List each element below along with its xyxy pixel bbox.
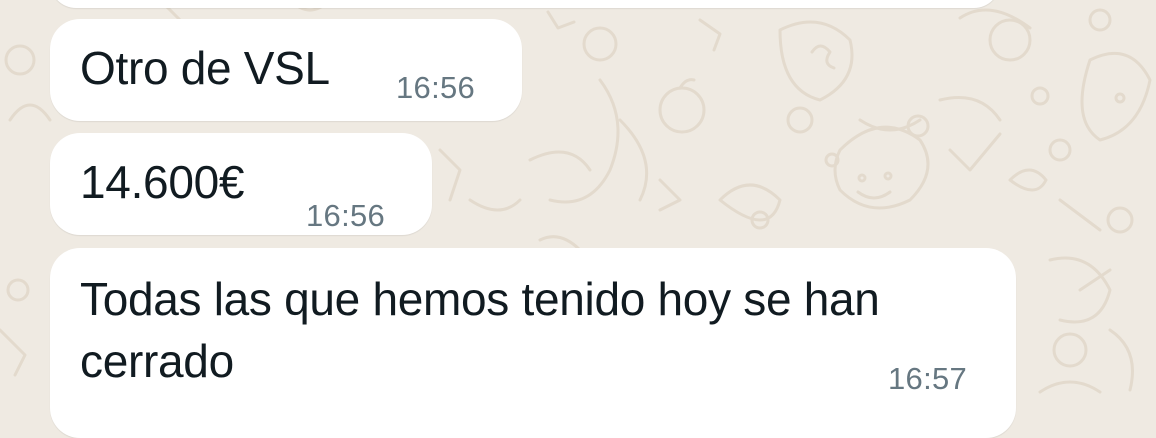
message-text: Otro de VSL — [80, 42, 330, 94]
message-timestamp: 16:57 — [888, 361, 968, 396]
previous-message-bubble[interactable] — [50, 0, 1000, 8]
message-bubble[interactable]: 14.600€ 16:56 — [50, 133, 432, 235]
message-text: 14.600€ — [80, 156, 245, 208]
message-timestamp: 16:56 — [396, 70, 476, 105]
message-bubble[interactable]: Otro de VSL 16:56 — [50, 19, 522, 121]
message-bubble[interactable]: Todas las que hemos tenido hoy se han ce… — [50, 248, 1016, 438]
message-timestamp: 16:56 — [306, 198, 386, 233]
message-text: Todas las que hemos tenido hoy se han ce… — [80, 273, 880, 387]
